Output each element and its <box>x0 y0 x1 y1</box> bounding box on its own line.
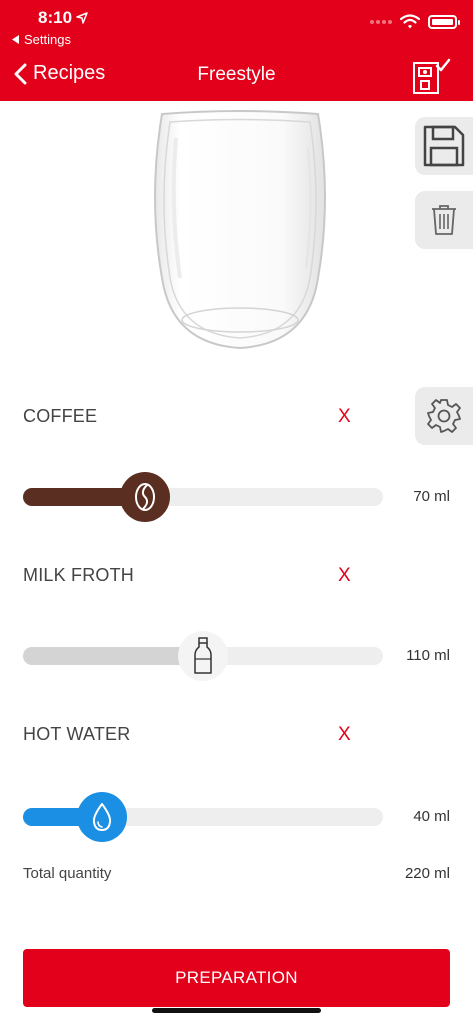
save-icon <box>423 125 465 167</box>
coffee-slider-thumb[interactable] <box>120 472 171 522</box>
milk-froth-remove-button[interactable]: X <box>338 565 351 587</box>
delete-button[interactable] <box>415 191 473 249</box>
trash-icon <box>432 205 456 235</box>
coffee-bean-icon <box>135 483 156 511</box>
battery-icon <box>428 14 460 29</box>
page-title: Freestyle <box>197 64 276 85</box>
hot-water-slider[interactable] <box>23 792 383 842</box>
milk-froth-slider-fill <box>23 647 203 665</box>
hot-water-label: HOT WATER <box>23 724 131 744</box>
location-arrow-icon <box>76 12 88 24</box>
gear-icon <box>427 399 461 433</box>
home-indicator <box>152 1008 321 1013</box>
coffee-label: COFFEE <box>23 406 98 426</box>
total-quantity-value: 220 ml <box>404 865 450 882</box>
clock-text: 8:10 <box>38 8 73 27</box>
wifi-icon <box>400 14 420 29</box>
status-icons <box>370 14 460 29</box>
water-drop-icon <box>93 803 112 831</box>
coffee-value: 70 ml <box>413 488 450 505</box>
coffee-remove-button[interactable]: X <box>338 406 351 428</box>
hot-water-value: 40 ml <box>413 808 450 825</box>
milk-froth-slider[interactable] <box>23 631 383 681</box>
back-triangle-icon <box>12 35 19 44</box>
glass-image <box>140 108 340 356</box>
milk-bottle-icon <box>194 637 212 674</box>
settings-button[interactable] <box>415 387 473 445</box>
status-back-link[interactable]: Settings <box>12 32 71 47</box>
save-button[interactable] <box>415 117 473 175</box>
machine-check-icon <box>413 58 451 94</box>
status-back-label: Settings <box>24 32 71 47</box>
preparation-button[interactable]: PREPARATION <box>23 949 450 1007</box>
milk-froth-slider-thumb[interactable] <box>178 631 228 681</box>
status-time: 8:10 <box>38 8 88 28</box>
total-quantity-label: Total quantity <box>23 865 112 882</box>
hot-water-slider-thumb[interactable] <box>77 792 128 842</box>
signal-icon <box>370 19 392 24</box>
milk-froth-value: 110 ml <box>406 647 450 664</box>
hot-water-remove-button[interactable]: X <box>338 724 351 746</box>
coffee-slider[interactable] <box>23 472 383 522</box>
milk-froth-label: MILK FROTH <box>23 565 135 585</box>
app-header: 8:10 Settings Recipes Freestyle <box>0 0 473 101</box>
machine-connected-button[interactable] <box>411 57 451 95</box>
